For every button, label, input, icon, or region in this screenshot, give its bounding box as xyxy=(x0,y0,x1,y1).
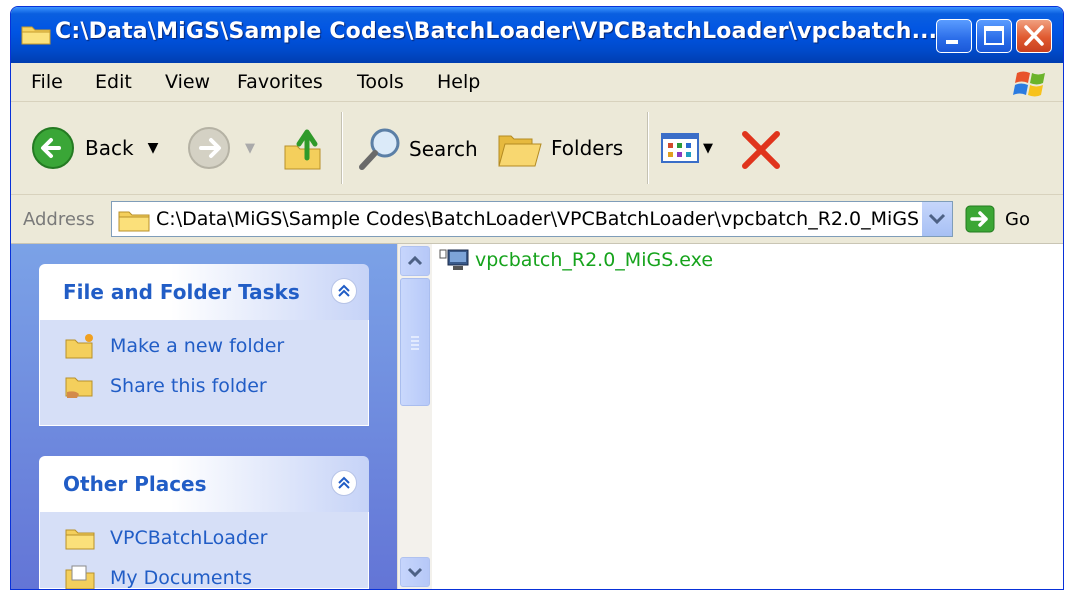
panel-title: File and Folder Tasks xyxy=(63,280,300,304)
views-icon xyxy=(661,133,699,163)
file-name: vpcbatch_R2.0_MiGS.exe xyxy=(475,249,714,271)
chevron-down-icon xyxy=(928,213,946,225)
go-button[interactable]: Go xyxy=(965,205,1030,233)
place-link-vpcbatchloader[interactable]: VPCBatchLoader xyxy=(64,524,267,552)
views-button[interactable]: ▼ xyxy=(661,132,713,164)
back-arrow-icon xyxy=(32,127,74,169)
other-places-header[interactable]: Other Places xyxy=(39,456,369,512)
my-documents-icon xyxy=(65,565,95,589)
forward-dropdown-icon: ▼ xyxy=(245,140,255,156)
task-label: Share this folder xyxy=(110,375,267,397)
menu-favorites[interactable]: Favorites xyxy=(237,71,323,93)
vertical-scrollbar[interactable] xyxy=(397,244,432,589)
file-list-pane: vpcbatch_R2.0_MiGS.exe xyxy=(397,244,1063,589)
share-folder-icon xyxy=(65,377,93,398)
title-bar[interactable]: C:\Data\MiGS\Sample Codes\BatchLoader\VP… xyxy=(11,7,1063,63)
go-label: Go xyxy=(1005,208,1030,230)
file-folder-tasks-header[interactable]: File and Folder Tasks xyxy=(39,264,369,320)
file-item[interactable]: vpcbatch_R2.0_MiGS.exe xyxy=(439,248,713,272)
close-button[interactable] xyxy=(1016,19,1052,53)
menu-help[interactable]: Help xyxy=(437,71,480,93)
place-label: My Documents xyxy=(110,567,253,589)
views-dropdown-icon[interactable]: ▼ xyxy=(703,141,713,156)
address-input[interactable]: C:\Data\MiGS\Sample Codes\BatchLoader\VP… xyxy=(111,201,953,237)
menu-file[interactable]: File xyxy=(31,71,63,93)
toolbar-separator xyxy=(647,112,649,184)
magnifier-icon xyxy=(359,128,400,170)
share-this-folder-link[interactable]: Share this folder xyxy=(64,372,267,400)
back-label: Back xyxy=(85,136,134,160)
back-dropdown-icon[interactable]: ▼ xyxy=(148,140,159,156)
file-folder-tasks-body: Make a new folder Share this folder xyxy=(39,320,369,426)
delete-x-icon xyxy=(742,131,780,169)
task-label: Make a new folder xyxy=(110,335,285,357)
folders-icon xyxy=(498,135,542,167)
maximize-icon xyxy=(984,26,1004,45)
collapse-button[interactable] xyxy=(331,278,357,304)
go-arrow-icon xyxy=(965,205,995,233)
grip-icon xyxy=(411,336,419,350)
address-dropdown-button[interactable] xyxy=(921,202,952,236)
explorer-window: C:\Data\MiGS\Sample Codes\BatchLoader\VP… xyxy=(10,6,1064,590)
folder-icon xyxy=(118,211,150,232)
search-label: Search xyxy=(409,137,478,161)
search-button[interactable]: Search xyxy=(357,126,478,172)
menu-edit[interactable]: Edit xyxy=(95,71,132,93)
close-icon xyxy=(1024,25,1044,46)
make-new-folder-link[interactable]: Make a new folder xyxy=(64,332,284,360)
panel-title: Other Places xyxy=(63,472,207,496)
menu-bar: File Edit View Favorites Tools Help xyxy=(11,63,1063,102)
maximize-button[interactable] xyxy=(976,19,1012,53)
window-title: C:\Data\MiGS\Sample Codes\BatchLoader\VP… xyxy=(55,19,938,44)
address-label: Address xyxy=(23,209,95,230)
menu-view[interactable]: View xyxy=(165,71,210,93)
minimize-button[interactable] xyxy=(936,19,972,53)
scroll-down-button[interactable] xyxy=(400,557,430,587)
address-value: C:\Data\MiGS\Sample Codes\BatchLoader\VP… xyxy=(156,208,920,230)
forward-arrow-icon xyxy=(188,127,230,169)
chevron-up-icon xyxy=(338,284,350,297)
place-link-my-documents[interactable]: My Documents xyxy=(64,564,253,589)
standard-toolbar: Back ▼ ▼ Search Folders ▼ xyxy=(11,102,1063,195)
chevron-up-icon xyxy=(338,476,350,489)
exe-file-icon xyxy=(439,249,469,270)
scroll-thumb[interactable] xyxy=(400,278,430,406)
forward-button[interactable]: ▼ xyxy=(187,126,255,170)
minimize-icon xyxy=(946,40,958,44)
scroll-up-button[interactable] xyxy=(400,246,430,276)
menu-tools[interactable]: Tools xyxy=(357,71,404,93)
folder-up-icon xyxy=(284,129,321,170)
chevron-up-icon xyxy=(407,255,423,266)
folders-button[interactable]: Folders xyxy=(497,126,623,170)
back-button[interactable]: Back ▼ xyxy=(31,126,158,170)
place-label: VPCBatchLoader xyxy=(110,527,268,549)
toolbar-separator xyxy=(341,112,343,184)
other-places-body: VPCBatchLoader My Documents xyxy=(39,512,369,589)
task-pane: File and Folder Tasks Make a new folder … xyxy=(11,244,397,589)
address-bar: Address C:\Data\MiGS\Sample Codes\BatchL… xyxy=(11,195,1063,244)
new-folder-icon xyxy=(65,334,93,359)
chevron-down-icon xyxy=(407,567,423,578)
folder-icon xyxy=(21,26,51,45)
collapse-button[interactable] xyxy=(331,470,357,496)
delete-button[interactable] xyxy=(741,130,781,170)
up-folder-button[interactable] xyxy=(281,124,325,172)
folders-label: Folders xyxy=(551,136,624,160)
windows-logo-icon xyxy=(1013,71,1045,97)
folder-icon xyxy=(65,529,95,550)
